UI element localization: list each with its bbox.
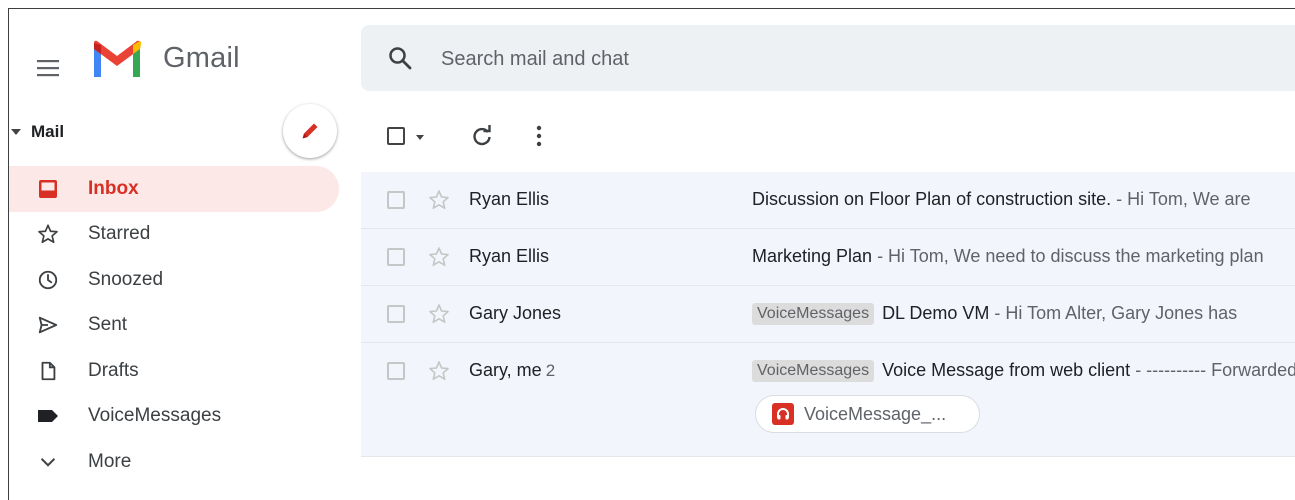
search-input[interactable] (439, 43, 1143, 75)
email-snippet: - Hi Tom, We are (1111, 189, 1251, 209)
email-summary: Marketing Plan - Hi Tom, We need to disc… (752, 246, 1295, 267)
send-icon (35, 312, 61, 338)
email-sender: Ryan Ellis (469, 189, 550, 209)
more-options-button[interactable] (531, 123, 547, 149)
chevron-down-icon (35, 449, 61, 475)
star-toggle[interactable] (427, 359, 451, 383)
clock-icon (35, 267, 61, 293)
row-checkbox[interactable] (387, 305, 405, 323)
star-outline-icon (429, 247, 449, 266)
email-row[interactable]: Ryan Ellis Discussion on Floor Plan of c… (361, 172, 1295, 229)
star-icon (35, 221, 61, 247)
email-snippet: - Hi Tom Alter, Gary Jones has (989, 303, 1238, 323)
sidebar-item-label: VoiceMessages (88, 405, 222, 427)
email-summary: VoiceMessages Voice Message from web clie… (752, 360, 1295, 383)
star-toggle[interactable] (427, 302, 451, 326)
email-row[interactable]: Gary, me 2 VoiceMessages Voice Message fro… (361, 343, 1295, 457)
gmail-m-icon (94, 40, 141, 77)
email-subject: Voice Message from web client (882, 360, 1131, 380)
email-sender-names: Gary, me (469, 360, 542, 380)
sidebar-item-label: Drafts (88, 359, 139, 381)
inbox-icon (35, 176, 61, 202)
star-outline-icon (429, 190, 449, 209)
star-outline-icon (429, 361, 449, 380)
audio-file-icon (772, 403, 794, 425)
row-checkbox[interactable] (387, 248, 405, 266)
star-toggle[interactable] (427, 188, 451, 212)
email-subject: DL Demo VM (882, 303, 990, 323)
email-sender: Gary Jones (469, 303, 562, 323)
search-button[interactable] (387, 45, 413, 71)
refresh-button[interactable] (469, 123, 495, 149)
select-dropdown-icon[interactable] (416, 135, 424, 140)
row-checkbox[interactable] (387, 362, 405, 380)
sidebar-item-more[interactable]: More (9, 439, 339, 485)
thread-count: 2 (545, 361, 556, 380)
sidebar-item-label: Starred (88, 223, 151, 245)
email-sender: Gary, me 2 (469, 360, 555, 381)
search-icon (389, 47, 412, 70)
attachment-name: VoiceMessage_... (804, 403, 947, 424)
row-checkbox[interactable] (387, 191, 405, 209)
gmail-logo[interactable] (91, 39, 143, 79)
sidebar-item-drafts[interactable]: Drafts (9, 348, 339, 394)
email-subject: Marketing Plan (752, 246, 873, 266)
refresh-icon (473, 125, 491, 146)
sidebar-item-label: Sent (88, 314, 128, 336)
sidebar-item-starred[interactable]: Starred (9, 212, 339, 258)
list-toolbar (361, 117, 761, 157)
mail-section-label: Mail (31, 122, 65, 141)
email-snippet: - Hi Tom, We need to discuss the marketi… (872, 246, 1264, 266)
email-snippet: - ---------- Forwarded (1130, 360, 1295, 380)
caret-down-icon (11, 129, 21, 135)
main-menu-button[interactable] (33, 53, 63, 83)
label-icon (35, 403, 61, 429)
attachment-chip[interactable]: VoiceMessage_... (755, 395, 980, 433)
email-label-chip[interactable]: VoiceMessages (752, 303, 875, 325)
email-label-chip[interactable]: VoiceMessages (752, 360, 875, 382)
email-summary: Discussion on Floor Plan of construction… (752, 189, 1295, 210)
sidebar-item-label: Inbox (88, 177, 139, 199)
email-list: Ryan Ellis Discussion on Floor Plan of c… (361, 172, 1295, 457)
sidebar-item-inbox[interactable]: Inbox (9, 166, 339, 212)
star-outline-icon (429, 304, 449, 323)
hamburger-menu-icon (37, 60, 59, 77)
email-row[interactable]: Gary Jones VoiceMessages DL Demo VM - Hi … (361, 286, 1295, 343)
star-toggle[interactable] (427, 245, 451, 269)
search-bar[interactable] (361, 25, 1295, 91)
select-all-checkbox[interactable] (387, 127, 405, 145)
email-row[interactable]: Ryan Ellis Marketing Plan - Hi Tom, We n… (361, 229, 1295, 286)
sidebar-item-sent[interactable]: Sent (9, 303, 339, 349)
sidebar-item-voicemessages[interactable]: VoiceMessages (9, 394, 339, 440)
gmail-window: Gmail Mail Inbox (8, 8, 1295, 500)
sidebar-item-label: Snoozed (88, 268, 164, 290)
compose-button[interactable] (283, 104, 337, 158)
draft-icon (35, 358, 61, 384)
sidebar-nav: Inbox Starred Snoozed Sent Drafts VoiceM… (9, 166, 339, 485)
sidebar-item-label: More (88, 450, 132, 472)
sidebar-item-snoozed[interactable]: Snoozed (9, 257, 339, 303)
more-vert-icon (536, 125, 542, 147)
pencil-icon (302, 123, 318, 139)
mail-section-toggle[interactable]: Mail (9, 121, 64, 143)
app-name: Gmail (163, 42, 240, 74)
email-subject: Discussion on Floor Plan of construction… (752, 189, 1112, 209)
email-sender: Ryan Ellis (469, 246, 550, 266)
email-summary: VoiceMessages DL Demo VM - Hi Tom Alter, … (752, 303, 1295, 326)
